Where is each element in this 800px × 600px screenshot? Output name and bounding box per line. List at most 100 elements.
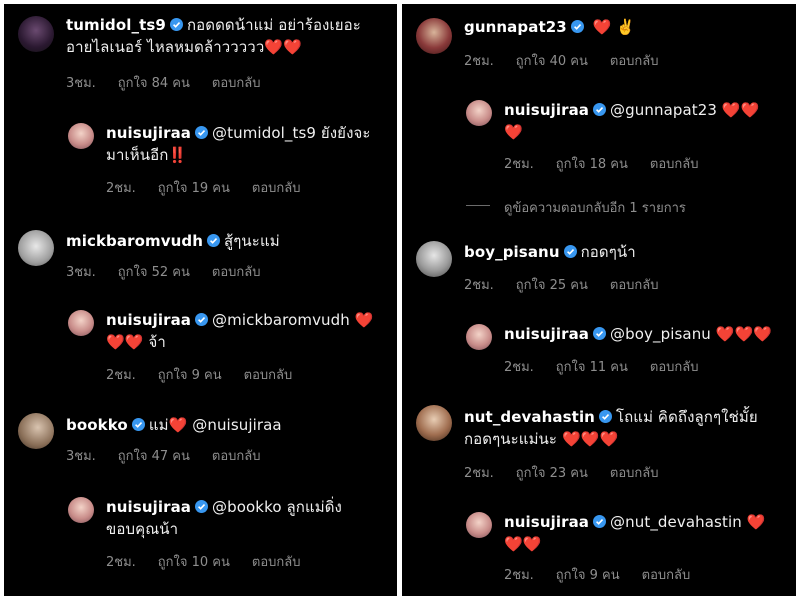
comment-meta: 3ชม. ถูกใจ 47 คน ตอบกลับ [66,449,261,464]
reply-text: nuisujiraa @bookko ลูกแม่ดิ่ง ขอบคุณน้า [106,498,342,538]
likes-count[interactable]: ถูกใจ 9 คน [556,568,620,583]
comment-text: tumidol_ts9 กอดดดน้าแม่ อย่าร้องเยอะ อายไ… [66,16,361,56]
comment-text: bookko แม่❤️ @nuisujiraa [66,416,282,434]
avatar[interactable] [466,100,492,126]
reply-button[interactable]: ตอบกลับ [212,265,261,280]
avatar[interactable] [466,324,492,350]
verified-badge-icon [593,515,607,528]
avatar[interactable] [18,16,54,52]
reply-button[interactable]: ตอบกลับ [610,54,659,69]
comment-text: nut_devahastin โถแม่ คิดถึงลูกๆใช่มั้ย กอ… [464,408,758,448]
comment-meta: 2ชม. ถูกใจ 25 คน ตอบกลับ [464,278,659,293]
reply-meta: 2ชม. ถูกใจ 10 คน ตอบกลับ [106,555,301,570]
likes-count[interactable]: ถูกใจ 10 คน [158,555,230,570]
verified-badge-icon [131,418,145,431]
divider [466,205,490,206]
verified-badge-icon [598,410,612,423]
heart-icon: ❤️ [354,311,374,329]
reply-username[interactable]: nuisujiraa [106,498,191,516]
comment-meta: 3ชม. ถูกใจ 52 คน ตอบกลับ [66,265,261,280]
reply-meta: 2ชม. ถูกใจ 11 คน ตอบกลับ [504,360,699,375]
likes-count[interactable]: ถูกใจ 52 คน [118,265,190,280]
reply-button[interactable]: ตอบกลับ [610,466,659,481]
reply-button[interactable]: ตอบกลับ [212,449,261,464]
reply-username[interactable]: nuisujiraa [106,124,191,142]
left-comments-panel: tumidol_ts9 กอดดดน้าแม่ อย่าร้องเยอะ อายไ… [4,4,397,596]
comment-meta: 2ชม. ถูกใจ 40 คน ตอบกลับ [464,54,659,69]
likes-count[interactable]: ถูกใจ 40 คน [516,54,588,69]
verified-badge-icon [593,327,607,340]
reply-text: nuisujiraa @boy_pisanu ❤️❤️❤️ [504,325,773,343]
verified-badge-icon [563,245,577,258]
heart-icon: ❤️❤️ [721,101,760,119]
avatar[interactable] [18,230,54,266]
reply-button[interactable]: ตอบกลับ [642,568,691,583]
avatar[interactable] [416,241,452,277]
verified-badge-icon [570,20,584,33]
reply-username[interactable]: nuisujiraa [504,325,589,343]
heart-icon: ❤️❤️ [504,535,542,553]
avatar[interactable] [68,497,94,523]
heart-icon: ❤️❤️ [106,333,144,351]
comment-text: boy_pisanu กอดๆน้า [464,243,636,261]
verified-badge-icon [593,103,607,116]
view-more-replies-button[interactable]: ดูข้อความตอบกลับอีก 1 รายการ [504,197,686,218]
reply-username[interactable]: nuisujiraa [504,513,589,531]
reply-meta: 2ชม. ถูกใจ 9 คน ตอบกลับ [504,568,691,583]
comment-meta: 2ชม. ถูกใจ 23 คน ตอบกลับ [464,466,659,481]
likes-count[interactable]: ถูกใจ 18 คน [556,157,628,172]
comment-text: mickbaromvudh สู้ๆนะแม่ [66,232,280,250]
avatar[interactable] [416,18,452,54]
avatar[interactable] [466,512,492,538]
avatar[interactable] [416,405,452,441]
likes-count[interactable]: ถูกใจ 9 คน [158,368,222,383]
reply-meta: 2ชม. ถูกใจ 9 คน ตอบกลับ [106,368,293,383]
heart-icon: ❤️❤️❤️ [561,430,619,448]
heart-icon: ❤️ [746,513,766,531]
heart-icon: ❤️❤️❤️ [715,325,773,343]
reply-button[interactable]: ตอบกลับ [252,181,301,196]
likes-count[interactable]: ถูกใจ 25 คน [516,278,588,293]
reply-button[interactable]: ตอบกลับ [244,368,293,383]
right-comments-panel: gunnapat23 ❤️ ✌️ 2ชม. ถูกใจ 40 คน ตอบกลับ … [402,4,796,596]
reply-button[interactable]: ตอบกลับ [650,360,699,375]
comment-meta: 3ชม. ถูกใจ 84 คน ตอบกลับ [66,76,261,91]
avatar[interactable] [68,310,94,336]
reply-text: nuisujiraa @tumidol_ts9 ยังยังจะ มาเห็นอี… [106,124,371,164]
reply-button[interactable]: ตอบกลับ [650,157,699,172]
likes-count[interactable]: ถูกใจ 47 คน [118,449,190,464]
comment-username[interactable]: tumidol_ts9 [66,16,166,34]
verified-badge-icon [195,500,209,513]
likes-count[interactable]: ถูกใจ 23 คน [516,466,588,481]
verified-badge-icon [195,126,209,139]
heart-icon: ❤️ [168,416,188,434]
reply-meta: 2ชม. ถูกใจ 19 คน ตอบกลับ [106,181,301,196]
verified-badge-icon [207,234,221,247]
comment-username[interactable]: boy_pisanu [464,243,560,261]
heart-icon: ❤️ [504,123,523,141]
comment-username[interactable]: nut_devahastin [464,408,595,426]
reply-text: nuisujiraa @nut_devahastin ❤️ ❤️❤️ [504,513,766,553]
avatar[interactable] [18,413,54,449]
reply-text: nuisujiraa @mickbaromvudh ❤️ ❤️❤️ จ้า [106,311,374,351]
reply-username[interactable]: nuisujiraa [106,311,191,329]
avatar[interactable] [68,123,94,149]
heart-icon: ❤️ [592,18,612,36]
comment-username[interactable]: gunnapat23 [464,18,567,36]
reply-meta: 2ชม. ถูกใจ 18 คน ตอบกลับ [504,157,699,172]
verified-badge-icon [169,18,183,31]
heart-icon: ❤️❤️ [264,38,302,56]
likes-count[interactable]: ถูกใจ 11 คน [556,360,628,375]
reply-username[interactable]: nuisujiraa [504,101,589,119]
likes-count[interactable]: ถูกใจ 19 คน [158,181,230,196]
mention-link[interactable]: @nuisujiraa [192,416,282,434]
likes-count[interactable]: ถูกใจ 84 คน [118,76,190,91]
comment-username[interactable]: bookko [66,416,128,434]
reply-button[interactable]: ตอบกลับ [212,76,261,91]
comment-username[interactable]: mickbaromvudh [66,232,203,250]
reply-text: nuisujiraa @gunnapat23 ❤️❤️ ❤️ [504,101,760,141]
reply-button[interactable]: ตอบกลับ [610,278,659,293]
verified-badge-icon [195,313,209,326]
reply-button[interactable]: ตอบกลับ [252,555,301,570]
comment-text: gunnapat23 ❤️ ✌️ [464,18,636,36]
